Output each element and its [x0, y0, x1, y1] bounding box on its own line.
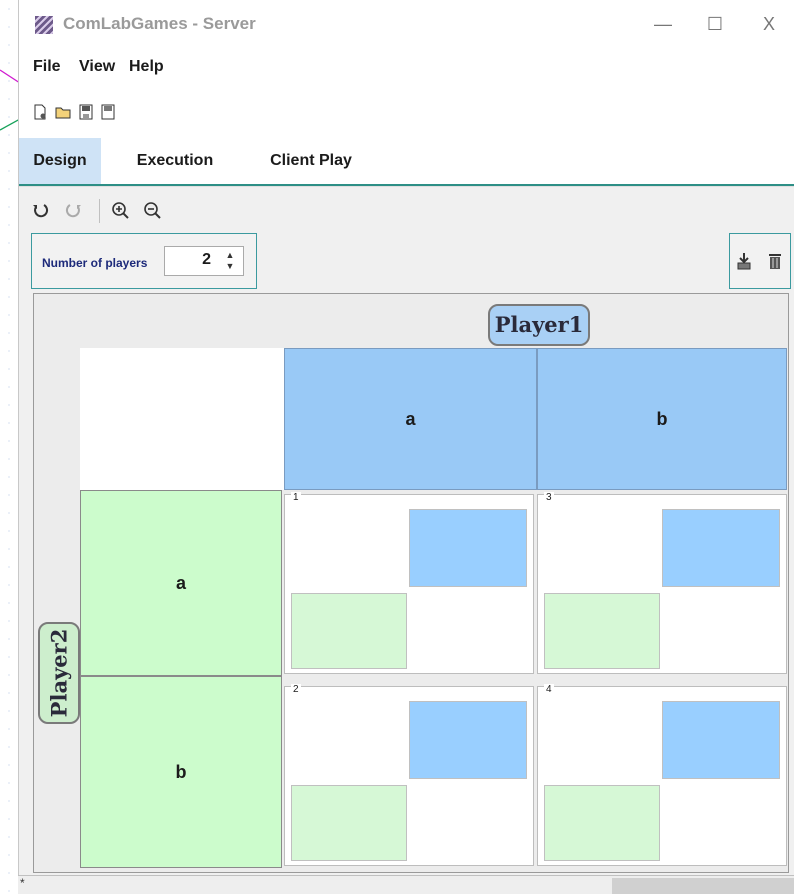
player1-payoff-field[interactable] [662, 701, 780, 779]
player2-payoff-field[interactable] [544, 785, 660, 861]
new-file-icon[interactable] [33, 104, 47, 120]
right-tools [729, 233, 791, 289]
cell-number: 1 [291, 492, 301, 503]
server-window: ComLabGames - Server — ☐ X File View Hel… [18, 0, 794, 894]
payoff-cell[interactable]: 3 [537, 492, 787, 674]
game-board: Player1 Player2 a b a b 1 3 2 4 [33, 293, 789, 873]
open-folder-icon[interactable] [55, 104, 71, 120]
players-value[interactable]: 2 [202, 251, 211, 269]
menu-view[interactable]: View [79, 58, 115, 76]
player2-payoff-field[interactable] [291, 593, 407, 669]
window-title: ComLabGames - Server [63, 14, 256, 33]
players-label: Number of players [42, 256, 148, 270]
toolbar-separator [99, 199, 100, 223]
players-spinner[interactable]: 2 ▲ ▼ [164, 246, 244, 276]
tab-client-play[interactable]: Client Play [255, 138, 367, 184]
status-bar: * [18, 875, 794, 894]
zoom-out-icon[interactable] [143, 201, 161, 219]
player2-label[interactable]: Player2 [38, 622, 80, 724]
tab-execution[interactable]: Execution [125, 138, 225, 184]
title-bar: ComLabGames - Server — ☐ X [19, 0, 794, 52]
save-as-icon[interactable] [79, 104, 93, 120]
row-strategy-b[interactable]: b [80, 676, 282, 868]
tab-bar: Design Execution Client Play [19, 138, 794, 186]
col-strategy-a[interactable]: a [284, 348, 537, 490]
corner-cell [80, 348, 284, 490]
player1-payoff-field[interactable] [662, 509, 780, 587]
row-strategy-a[interactable]: a [80, 490, 282, 676]
menu-help[interactable]: Help [129, 58, 164, 76]
status-text: * [20, 876, 25, 890]
import-icon[interactable] [736, 252, 752, 270]
app-logo-icon [35, 16, 53, 34]
player2-payoff-field[interactable] [291, 785, 407, 861]
col-strategy-b[interactable]: b [537, 348, 787, 490]
payoff-cell[interactable]: 2 [284, 684, 534, 866]
players-group: Number of players 2 ▲ ▼ [31, 233, 257, 289]
spin-up-icon[interactable]: ▲ [221, 250, 239, 261]
trash-icon[interactable] [768, 252, 782, 270]
close-button[interactable]: X [757, 12, 781, 36]
redo-icon[interactable] [65, 201, 83, 219]
undo-icon[interactable] [31, 201, 49, 219]
player2-text: Player2 [46, 628, 72, 718]
minimize-button[interactable]: — [651, 12, 675, 36]
payoff-cell[interactable]: 4 [537, 684, 787, 866]
player1-payoff-field[interactable] [409, 509, 527, 587]
tab-design[interactable]: Design [19, 138, 101, 184]
player1-label[interactable]: Player1 [488, 304, 590, 346]
save-icon[interactable] [101, 104, 115, 120]
player2-payoff-field[interactable] [544, 593, 660, 669]
cell-number: 2 [291, 684, 301, 695]
player1-payoff-field[interactable] [409, 701, 527, 779]
design-panel: Number of players 2 ▲ ▼ Player1 Player2 … [19, 186, 794, 894]
spin-down-icon[interactable]: ▼ [221, 261, 239, 272]
menu-file[interactable]: File [33, 58, 61, 76]
cell-number: 3 [544, 492, 554, 503]
maximize-button[interactable]: ☐ [703, 12, 727, 36]
zoom-in-icon[interactable] [111, 201, 129, 219]
horizontal-scrollbar[interactable] [612, 878, 794, 894]
payoff-cell[interactable]: 1 [284, 492, 534, 674]
spinner-arrows-icon[interactable]: ▲ ▼ [221, 250, 239, 272]
cell-number: 4 [544, 684, 554, 695]
